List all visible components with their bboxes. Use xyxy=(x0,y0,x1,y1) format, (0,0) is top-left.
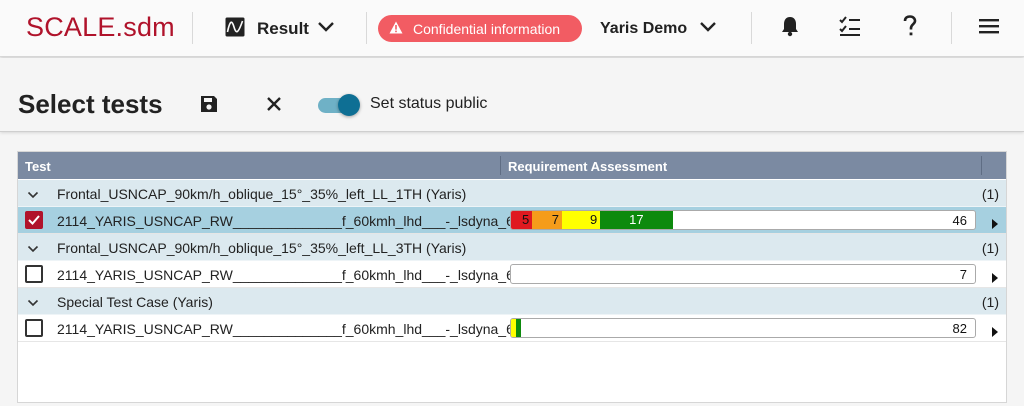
column-header-requirement-assessment[interactable]: Requirement Assessment xyxy=(508,159,667,174)
chevron-down-icon xyxy=(317,20,335,38)
app-logo[interactable]: SCALE.sdm xyxy=(26,12,175,43)
status-public-toggle[interactable] xyxy=(318,94,360,116)
group-row: Frontal_USNCAP_90km/h_oblique_15°_35%_le… xyxy=(18,180,1006,207)
assessment-segment: 7 xyxy=(532,211,562,229)
group-name: Frontal_USNCAP_90km/h_oblique_15°_35%_le… xyxy=(57,186,467,202)
assessment-total: 46 xyxy=(952,213,967,228)
bell-icon xyxy=(780,15,800,42)
requirement-assessment-bar[interactable]: 5 7 9 17 46 xyxy=(510,210,976,230)
test-row[interactable]: 2114_YARIS_USNCAP_RW______________f_60km… xyxy=(18,261,1006,288)
save-icon xyxy=(199,96,219,118)
chevron-down-icon[interactable] xyxy=(27,296,39,308)
chevron-down-icon xyxy=(699,20,717,38)
help-button[interactable] xyxy=(898,14,922,42)
requirement-assessment-bar[interactable]: 82 xyxy=(510,318,976,338)
warning-icon xyxy=(389,21,403,37)
toggle-label: Set status public xyxy=(370,95,488,112)
test-row[interactable]: 2114_YARIS_USNCAP_RW______________f_60km… xyxy=(18,207,1006,234)
save-button[interactable] xyxy=(199,94,221,116)
test-name[interactable]: 2114_YARIS_USNCAP_RW______________f_60km… xyxy=(57,267,533,283)
assessment-total: 7 xyxy=(959,267,967,282)
project-menu-button[interactable]: Yaris Demo xyxy=(600,14,717,44)
test-name[interactable]: 2114_YARIS_USNCAP_RW______________f_60km… xyxy=(57,213,533,229)
toggle-thumb xyxy=(338,94,360,116)
tests-table: Test Requirement Assessment Frontal_USNC… xyxy=(17,151,1007,403)
expand-right-icon[interactable] xyxy=(991,324,1000,337)
test-name[interactable]: 2114_YARIS_USNCAP_RW______________f_60km… xyxy=(57,321,533,337)
close-icon xyxy=(265,97,283,117)
group-count: (1) xyxy=(981,294,999,310)
divider xyxy=(192,12,193,44)
close-button[interactable] xyxy=(265,95,285,115)
assessment-total: 82 xyxy=(952,321,967,336)
help-icon xyxy=(902,14,918,42)
column-divider xyxy=(981,156,982,175)
chevron-down-icon[interactable] xyxy=(27,242,39,254)
notifications-button[interactable] xyxy=(778,16,802,40)
chevron-down-icon[interactable] xyxy=(27,188,39,200)
group-name: Frontal_USNCAP_90km/h_oblique_15°_35%_le… xyxy=(57,240,467,256)
requirement-assessment-bar[interactable]: 7 xyxy=(510,264,976,284)
confidential-label: Confidential information xyxy=(413,20,561,37)
project-label: Yaris Demo xyxy=(600,20,688,37)
title-toolbar: Select tests xyxy=(0,58,1024,132)
group-name: Special Test Case (Yaris) xyxy=(57,294,213,310)
divider xyxy=(751,12,752,44)
confidential-badge: Confidential information xyxy=(378,15,582,42)
expand-right-icon[interactable] xyxy=(991,216,1000,229)
test-checkbox[interactable] xyxy=(25,319,43,337)
chart-icon xyxy=(224,16,246,43)
result-menu-button[interactable]: Result xyxy=(224,14,335,44)
hamburger-menu-icon xyxy=(979,18,999,39)
group-count: (1) xyxy=(981,240,999,256)
divider xyxy=(366,12,367,44)
page-title: Select tests xyxy=(18,89,163,119)
assessment-segment: 9 xyxy=(562,211,601,229)
top-bar: SCALE.sdm Result Confidential informatio… xyxy=(0,0,1024,57)
column-header-test[interactable]: Test xyxy=(25,159,51,174)
checklist-button[interactable] xyxy=(838,15,862,42)
result-label: Result xyxy=(257,19,309,38)
checklist-icon xyxy=(838,15,862,42)
assessment-segment: 17 xyxy=(600,211,673,229)
assessment-segment xyxy=(516,319,521,337)
expand-right-icon[interactable] xyxy=(991,270,1000,283)
table-header: Test Requirement Assessment xyxy=(18,152,1006,179)
group-row: Special Test Case (Yaris) (1) xyxy=(18,288,1006,315)
divider xyxy=(951,12,952,44)
main-menu-button[interactable] xyxy=(977,16,1001,40)
test-row[interactable]: 2114_YARIS_USNCAP_RW______________f_60km… xyxy=(18,315,1006,342)
group-row: Frontal_USNCAP_90km/h_oblique_15°_35%_le… xyxy=(18,234,1006,261)
test-checkbox[interactable] xyxy=(25,211,43,229)
column-divider xyxy=(500,156,501,175)
test-checkbox[interactable] xyxy=(25,265,43,283)
assessment-segment: 5 xyxy=(511,211,533,229)
group-count: (1) xyxy=(981,186,999,202)
